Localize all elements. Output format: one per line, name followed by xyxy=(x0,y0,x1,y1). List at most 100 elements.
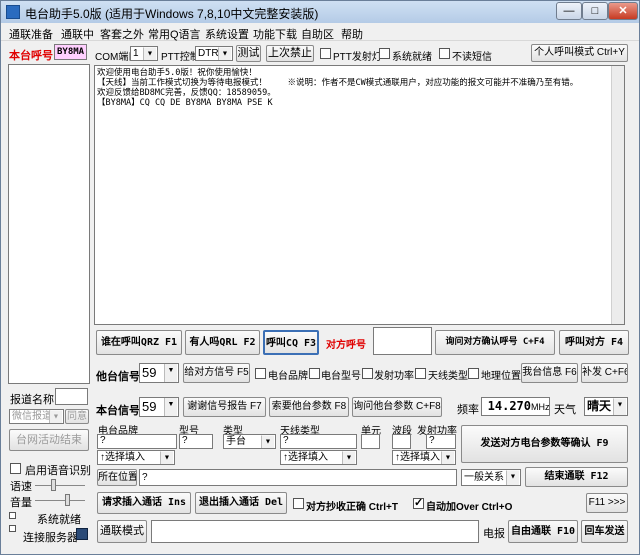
send-params-button[interactable]: 发送对方电台参数等确认 F9 xyxy=(461,425,628,463)
menu-self-service[interactable]: 自助区 xyxy=(301,26,334,42)
f11-more-button[interactable]: F11 >>> xyxy=(586,493,628,513)
menu-q-codes[interactable]: 常用Q语言 xyxy=(148,26,201,42)
report-name-input[interactable] xyxy=(55,388,88,405)
main-window: 电台助手5.0版 (适用于Windows 7,8,10中文完整安装版) — □ … xyxy=(0,0,640,555)
report-name-label: 报道名称 xyxy=(10,394,54,406)
server-icon[interactable] xyxy=(76,528,88,540)
location-button[interactable]: 所在位置 xyxy=(97,469,137,486)
other-signal-select[interactable]: 59 xyxy=(139,363,179,383)
thanks-report-button[interactable]: 谢谢信号报告 F7 xyxy=(183,397,266,417)
end-qso-button[interactable]: 结束通联 F12 xyxy=(525,467,628,487)
antenna-checkbox[interactable] xyxy=(415,368,426,379)
station-list[interactable] xyxy=(8,64,90,384)
auto-over-checkbox[interactable] xyxy=(413,496,424,509)
speed-slider-track[interactable] xyxy=(35,485,85,486)
param-brand-input[interactable]: ? xyxy=(97,434,177,449)
call-their-button[interactable]: 呼叫对方 F4 xyxy=(559,330,629,355)
antenna-label: 天线类型 xyxy=(428,371,468,382)
personal-call-mode-button[interactable]: 个人呼叫模式 Ctrl+Y xyxy=(531,44,628,62)
confirm-call-button[interactable]: 询问对方确认呼号 C+F4 xyxy=(435,330,555,355)
log-scrollbar[interactable] xyxy=(611,66,624,324)
com-port-select[interactable]: 1 xyxy=(130,46,158,61)
exit-insert-button[interactable]: 退出插入通话 Del xyxy=(195,492,287,514)
voice-recognition-checkbox[interactable] xyxy=(10,463,21,474)
menu-download[interactable]: 功能下载 xyxy=(253,26,297,42)
menu-in-qso[interactable]: 通联中 xyxy=(61,26,94,42)
brand-fill-select[interactable]: ↑选择填入 xyxy=(97,450,175,465)
message-log[interactable]: 欢迎使用电台助手5.0版！祝你使用愉快！ 【天线】当前工作模式切换为等待电报模式… xyxy=(94,65,625,325)
their-call-input[interactable] xyxy=(373,327,432,355)
brand-label: 电台品牌 xyxy=(268,371,308,382)
ptt-select[interactable]: DTR xyxy=(195,46,233,61)
copy-correct-label: 对方抄收正确 Ctrl+T xyxy=(306,502,398,513)
qrz-button[interactable]: 谁在呼叫QRZ F1 xyxy=(96,330,182,355)
param-antenna-input[interactable]: ? xyxy=(280,434,357,449)
brand-checkbox[interactable] xyxy=(255,368,266,379)
enter-send-button[interactable]: 回车发送 xyxy=(581,520,628,543)
power-label: 发射功率 xyxy=(374,371,414,382)
model-label: 电台型号 xyxy=(321,371,361,382)
repeat-button[interactable]: 补发 C+F6 xyxy=(581,363,628,383)
param-power-input[interactable]: ? xyxy=(426,434,456,449)
relation-select[interactable]: 一般关系 xyxy=(461,469,521,486)
power-fill-select[interactable]: ↑选择填入 xyxy=(392,450,456,465)
menu-settings[interactable]: 系统设置 xyxy=(205,26,249,42)
unread-label: 不读短信 xyxy=(452,52,492,63)
menu-courtesy[interactable]: 客套之外 xyxy=(100,26,144,42)
their-call-label: 对方呼号 xyxy=(326,340,366,351)
model-checkbox[interactable] xyxy=(309,368,320,379)
close-button[interactable]: ✕ xyxy=(608,2,638,20)
title-bar: 电台助手5.0版 (适用于Windows 7,8,10中文完整安装版) — □ … xyxy=(1,1,639,23)
power-checkbox[interactable] xyxy=(362,368,373,379)
system-ready-checkbox[interactable] xyxy=(379,48,390,59)
menu-help[interactable]: 帮助 xyxy=(341,26,363,42)
cq-button[interactable]: 呼叫CQ F3 xyxy=(263,330,319,355)
menu-prepare[interactable]: 通联准备 xyxy=(9,26,53,42)
freq-label: 频率 xyxy=(457,404,479,416)
give-signal-button[interactable]: 给对方信号 F5 xyxy=(183,363,250,383)
maximize-button[interactable]: □ xyxy=(582,2,608,20)
param-unit-input[interactable] xyxy=(361,434,380,449)
my-info-button[interactable]: 我台信息 F6 xyxy=(521,363,578,383)
weather-select[interactable]: 晴天 xyxy=(584,397,628,416)
my-call-label: 本台呼号 xyxy=(9,50,53,62)
qrl-button[interactable]: 有人吗QRL F2 xyxy=(185,330,260,355)
volume-slider-track[interactable] xyxy=(35,500,85,501)
report-type-select[interactable]: 微信报道 xyxy=(9,409,64,424)
antenna-fill-select[interactable]: ↑选择填入 xyxy=(280,450,357,465)
last-ban-button[interactable]: 上次禁止 xyxy=(266,45,314,62)
copy-correct-checkbox[interactable] xyxy=(293,498,304,509)
minimize-button[interactable]: — xyxy=(556,2,582,20)
app-icon xyxy=(6,5,20,19)
param-band-input[interactable] xyxy=(392,434,411,449)
agree-button[interactable]: 同意 xyxy=(65,409,89,424)
my-call-field[interactable]: BY8MA xyxy=(54,44,87,60)
param-type-select[interactable]: 手台 xyxy=(223,434,276,449)
ptt-light-checkbox[interactable] xyxy=(320,48,331,59)
weather-label: 天气 xyxy=(554,404,576,416)
location-input[interactable]: ? xyxy=(139,469,457,486)
telegraph-label: 电报 xyxy=(483,528,505,540)
request-params-button[interactable]: 索要他台参数 F8 xyxy=(269,397,349,417)
message-input[interactable] xyxy=(151,520,479,543)
qso-mode-button[interactable]: 通联模式 xyxy=(97,520,147,543)
speed-slider-thumb[interactable] xyxy=(51,479,56,491)
test-button[interactable]: 测试 xyxy=(236,45,261,62)
system-ready-label: 系统就绪 xyxy=(37,514,81,526)
param-model-input[interactable]: ? xyxy=(179,434,213,449)
voice-recognition-label: 启用语音识别 xyxy=(25,465,91,477)
net-end-button[interactable]: 台网活动结束 xyxy=(9,429,89,451)
request-insert-button[interactable]: 请求插入通话 Ins xyxy=(97,492,191,514)
volume-label: 音量 xyxy=(10,497,32,509)
unread-checkbox[interactable] xyxy=(439,48,450,59)
speed-label: 语速 xyxy=(10,481,32,493)
location-checkbox[interactable] xyxy=(468,368,479,379)
my-signal-select[interactable]: 59 xyxy=(139,397,179,417)
ask-params-button[interactable]: 询问他台参数 C+F8 xyxy=(352,397,442,417)
status-light xyxy=(9,512,16,519)
window-title: 电台助手5.0版 (适用于Windows 7,8,10中文完整安装版) xyxy=(25,7,319,21)
location-checkbox-label: 地理位置 xyxy=(481,371,521,382)
volume-slider-thumb[interactable] xyxy=(65,494,70,506)
free-qso-button[interactable]: 自由通联 F10 xyxy=(508,520,578,543)
menu-bar: 通联准备 通联中 客套之外 常用Q语言 系统设置 功能下载 自助区 帮助 xyxy=(1,23,639,41)
